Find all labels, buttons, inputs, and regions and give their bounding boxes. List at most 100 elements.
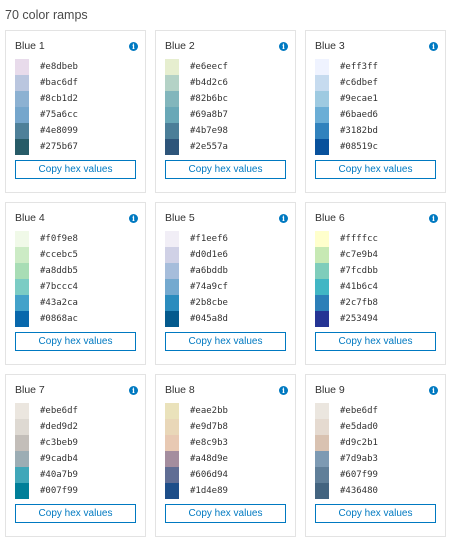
color-swatch <box>15 435 29 451</box>
ramp-card: Blue 4 i #f0f9e8 #ccebc5 #a8ddb5 #7bccc4 #43a2… <box>5 202 146 365</box>
hex-value: #a48d9e <box>190 454 228 464</box>
hex-value: #43a2ca <box>40 298 78 308</box>
swatch-strip <box>165 59 179 155</box>
copy-hex-button[interactable]: Copy hex values <box>15 332 136 351</box>
hex-value: #ebe6df <box>340 406 378 416</box>
swatch-strip <box>315 231 329 327</box>
color-swatch <box>15 419 29 435</box>
hex-value: #c3beb9 <box>40 438 78 448</box>
color-swatch <box>165 295 179 311</box>
color-swatch <box>165 123 179 139</box>
hex-value: #9ecae1 <box>340 94 378 104</box>
color-swatch <box>315 483 329 499</box>
color-swatch <box>165 231 179 247</box>
info-icon[interactable]: i <box>129 386 138 395</box>
swatch-strip <box>315 403 329 499</box>
hex-value: #253494 <box>340 314 378 324</box>
hex-value: #d9c2b1 <box>340 438 378 448</box>
color-swatch <box>315 295 329 311</box>
hex-value: #eae2bb <box>190 406 228 416</box>
hex-list: #ffffcc #c7e9b4 #7fcdbb #41b6c4 #2c7fb8 #2534… <box>340 231 378 327</box>
hex-value: #e8c9b3 <box>190 438 228 448</box>
color-swatch <box>165 311 179 327</box>
color-swatch <box>165 435 179 451</box>
color-swatch <box>15 279 29 295</box>
info-icon[interactable]: i <box>129 214 138 223</box>
color-swatch <box>315 75 329 91</box>
color-swatch <box>15 467 29 483</box>
hex-value: #40a7b9 <box>40 470 78 480</box>
info-icon[interactable]: i <box>279 386 288 395</box>
color-swatch <box>165 419 179 435</box>
hex-list: #eff3ff #c6dbef #9ecae1 #6baed6 #3182bd #0851… <box>340 59 378 155</box>
color-swatch <box>15 483 29 499</box>
hex-value: #e8dbeb <box>40 62 78 72</box>
ramp-title: Blue 2 <box>165 40 195 52</box>
color-swatch <box>315 231 329 247</box>
copy-hex-button[interactable]: Copy hex values <box>315 332 436 351</box>
color-swatch <box>15 231 29 247</box>
color-swatch <box>15 451 29 467</box>
hex-value: #ffffcc <box>340 234 378 244</box>
copy-hex-button[interactable]: Copy hex values <box>165 332 286 351</box>
ramp-title: Blue 1 <box>15 40 45 52</box>
hex-value: #e6eecf <box>190 62 228 72</box>
copy-hex-button[interactable]: Copy hex values <box>165 504 286 523</box>
swatch-strip <box>15 59 29 155</box>
hex-value: #2e557a <box>190 142 228 152</box>
swatch-strip <box>15 403 29 499</box>
hex-value: #7d9ab3 <box>340 454 378 464</box>
color-swatch <box>315 467 329 483</box>
info-icon[interactable]: i <box>279 42 288 51</box>
hex-value: #75a6cc <box>40 110 78 120</box>
ramp-card: Blue 5 i #f1eef6 #d0d1e6 #a6bddb #74a9cf #2b8c… <box>155 202 296 365</box>
info-icon[interactable]: i <box>429 386 438 395</box>
info-icon[interactable]: i <box>429 42 438 51</box>
swatch-strip <box>15 231 29 327</box>
copy-hex-button[interactable]: Copy hex values <box>315 504 436 523</box>
color-swatch <box>15 123 29 139</box>
swatch-strip <box>165 231 179 327</box>
ramp-title: Blue 4 <box>15 212 45 224</box>
ramp-title: Blue 5 <box>165 212 195 224</box>
color-swatch <box>15 311 29 327</box>
hex-value: #1d4e89 <box>190 486 228 496</box>
hex-value: #8cb1d2 <box>40 94 78 104</box>
ramp-card: Blue 6 i #ffffcc #c7e9b4 #7fcdbb #41b6c4 #2c7f… <box>305 202 446 365</box>
ramp-title: Blue 6 <box>315 212 345 224</box>
info-icon[interactable]: i <box>429 214 438 223</box>
hex-value: #2b8cbe <box>190 298 228 308</box>
color-swatch <box>15 107 29 123</box>
hex-value: #ccebc5 <box>40 250 78 260</box>
hex-value: #607f99 <box>340 470 378 480</box>
copy-hex-button[interactable]: Copy hex values <box>165 160 286 179</box>
hex-value: #d0d1e6 <box>190 250 228 260</box>
ramp-title: Blue 7 <box>15 384 45 396</box>
info-icon[interactable]: i <box>279 214 288 223</box>
color-swatch <box>165 139 179 155</box>
color-swatch <box>15 295 29 311</box>
hex-value: #bac6df <box>40 78 78 88</box>
hex-value: #007f99 <box>40 486 78 496</box>
hex-value: #f1eef6 <box>190 234 228 244</box>
hex-value: #4b7e98 <box>190 126 228 136</box>
color-swatch <box>315 139 329 155</box>
hex-value: #a6bddb <box>190 266 228 276</box>
color-swatch <box>315 107 329 123</box>
hex-value: #69a8b7 <box>190 110 228 120</box>
copy-hex-button[interactable]: Copy hex values <box>315 160 436 179</box>
hex-value: #c6dbef <box>340 78 378 88</box>
swatch-strip <box>315 59 329 155</box>
hex-value: #6baed6 <box>340 110 378 120</box>
copy-hex-button[interactable]: Copy hex values <box>15 160 136 179</box>
copy-hex-button[interactable]: Copy hex values <box>15 504 136 523</box>
info-icon[interactable]: i <box>129 42 138 51</box>
color-swatch <box>165 467 179 483</box>
hex-value: #41b6c4 <box>340 282 378 292</box>
page-heading: 70 color ramps <box>5 8 88 22</box>
ramp-title: Blue 9 <box>315 384 345 396</box>
color-swatch <box>165 263 179 279</box>
hex-value: #a8ddb5 <box>40 266 78 276</box>
hex-list: #ebe6df #ded9d2 #c3beb9 #9cadb4 #40a7b9 #007f… <box>40 403 78 499</box>
hex-value: #275b67 <box>40 142 78 152</box>
